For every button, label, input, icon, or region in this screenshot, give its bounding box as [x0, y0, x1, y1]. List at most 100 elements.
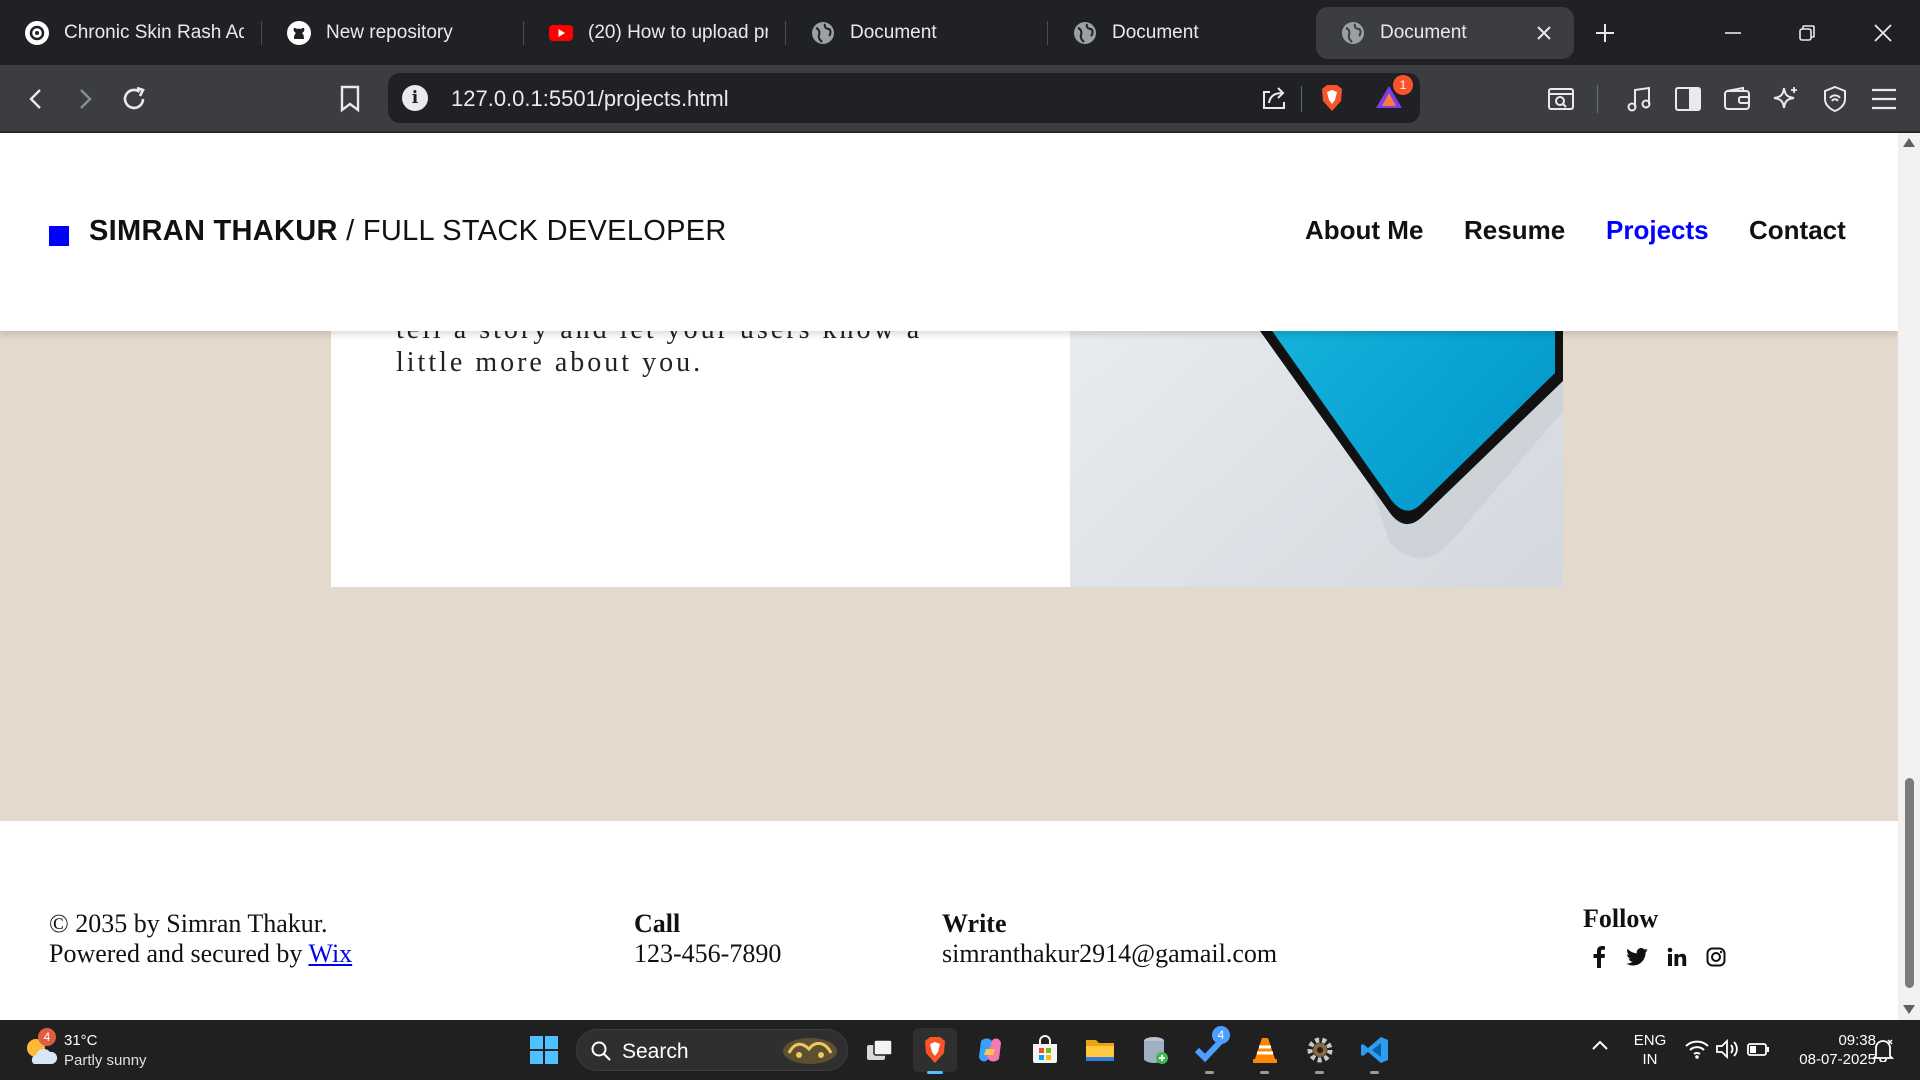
- wallet-button[interactable]: [1717, 79, 1757, 119]
- taskbar-file-explorer[interactable]: [1078, 1028, 1122, 1072]
- tab-title: Document: [1112, 21, 1199, 43]
- show-hidden-icons-button[interactable]: [1590, 1038, 1610, 1057]
- browser-tab-strip: Chronic Skin Rash Advi New repository (2…: [0, 0, 1920, 65]
- nav-resume[interactable]: Resume: [1464, 215, 1565, 246]
- notifications-button[interactable]: [1871, 1038, 1895, 1067]
- tab-new-repository[interactable]: New repository: [262, 7, 524, 59]
- follow-heading: Follow: [1583, 904, 1659, 933]
- windows-taskbar: 4 31°C Partly sunny Search 4 ENG IN 09:3…: [0, 1020, 1920, 1080]
- taskbar-search[interactable]: Search: [576, 1029, 848, 1071]
- leo-ai-button[interactable]: [1766, 79, 1806, 119]
- shield-icon: [1824, 85, 1846, 113]
- forward-button[interactable]: [64, 79, 104, 119]
- instagram-icon[interactable]: [1703, 944, 1729, 970]
- page-scrollbar[interactable]: [1898, 133, 1920, 1020]
- search-page-icon: [1548, 88, 1574, 110]
- chevron-up-icon: [1592, 1040, 1608, 1050]
- nav-about-me[interactable]: About Me: [1305, 215, 1423, 246]
- tab-document-2[interactable]: Document: [1048, 7, 1310, 59]
- folder-icon: [1086, 1040, 1114, 1061]
- media-button[interactable]: [1619, 79, 1659, 119]
- tab-title: (20) How to upload pro: [588, 21, 768, 43]
- taskbar-settings-app[interactable]: [1298, 1028, 1342, 1074]
- gear-icon: [1307, 1037, 1333, 1063]
- linkedin-icon[interactable]: [1664, 944, 1690, 970]
- bookmark-button[interactable]: [330, 79, 370, 119]
- sidebar-button[interactable]: [1668, 79, 1708, 119]
- tab-document-active[interactable]: Document: [1316, 6, 1574, 59]
- clock[interactable]: 09:38 08-07-2025: [1780, 1031, 1876, 1069]
- taskbar-store[interactable]: [1023, 1028, 1067, 1072]
- nav-projects[interactable]: Projects: [1606, 215, 1709, 246]
- copilot-icon: [979, 1038, 1001, 1062]
- openai-icon: [24, 20, 50, 46]
- menu-button[interactable]: [1864, 79, 1904, 119]
- back-button[interactable]: [17, 79, 57, 119]
- address-bar[interactable]: i 127.0.0.1:5501/projects.html 1: [388, 73, 1420, 123]
- wix-link[interactable]: Wix: [308, 939, 352, 968]
- close-tab-icon[interactable]: [1532, 21, 1556, 45]
- weather-widget[interactable]: 4 31°C Partly sunny: [18, 1028, 188, 1074]
- taskbar-copilot[interactable]: [968, 1028, 1012, 1072]
- site-info-icon[interactable]: i: [402, 85, 428, 111]
- github-icon: [286, 20, 312, 46]
- tab-document-1[interactable]: Document: [786, 7, 1048, 59]
- open-app-indicator: [1370, 1071, 1379, 1074]
- search-icon: [591, 1041, 611, 1061]
- reload-icon: [123, 86, 145, 110]
- taskbar-vlc[interactable]: [1243, 1028, 1287, 1074]
- site-footer: © 2035 by Simran Thakur. Powered and sec…: [0, 821, 1898, 1020]
- taskbar-vscode[interactable]: [1353, 1028, 1397, 1074]
- weather-badge: 4: [38, 1028, 56, 1046]
- close-window-button[interactable]: [1846, 0, 1920, 65]
- taskbar-brave[interactable]: [913, 1028, 957, 1074]
- brand-role: FULL STACK DEVELOPER: [362, 215, 727, 247]
- brave-shields-icon[interactable]: [1318, 83, 1346, 118]
- active-app-indicator: [927, 1071, 943, 1074]
- vlc-icon: [1253, 1038, 1277, 1063]
- phone-number[interactable]: 123-456-7890: [634, 939, 781, 969]
- scroll-down-arrow-icon[interactable]: [1903, 1005, 1915, 1014]
- write-heading: Write: [942, 909, 1007, 938]
- globe-icon: [1072, 20, 1098, 46]
- tab-title: Document: [1380, 21, 1467, 43]
- taskbar-database-app[interactable]: [1133, 1028, 1177, 1072]
- twitter-icon[interactable]: [1624, 944, 1650, 970]
- scroll-up-arrow-icon[interactable]: [1903, 138, 1915, 147]
- search-highlight-icon: [783, 1038, 837, 1064]
- start-button[interactable]: [522, 1028, 566, 1072]
- vpn-button[interactable]: [1815, 79, 1855, 119]
- restore-button[interactable]: [1770, 0, 1844, 65]
- tab-youtube[interactable]: (20) How to upload pro: [524, 7, 786, 59]
- volume-icon: [1716, 1038, 1738, 1060]
- facebook-icon[interactable]: [1586, 944, 1612, 970]
- share-icon[interactable]: [1260, 85, 1288, 116]
- tab-chronic-skin-rash[interactable]: Chronic Skin Rash Advi: [0, 7, 262, 59]
- music-note-icon: [1627, 86, 1651, 112]
- globe-icon: [1340, 20, 1366, 46]
- minimize-button[interactable]: [1696, 0, 1770, 65]
- task-view-button[interactable]: [858, 1028, 902, 1072]
- page-content: tell a story and let your users know a l…: [0, 133, 1898, 1020]
- brave-browser-icon: [925, 1037, 945, 1063]
- scrollbar-thumb[interactable]: [1905, 778, 1914, 988]
- reading-mode-button[interactable]: [1541, 79, 1581, 119]
- new-tab-button[interactable]: [1580, 8, 1630, 58]
- bell-icon: [1871, 1039, 1895, 1063]
- site-title[interactable]: SIMRAN THAKUR / FULL STACK DEVELOPER: [89, 215, 727, 248]
- call-heading: Call: [634, 909, 681, 938]
- clock-time: 09:38: [1838, 1032, 1876, 1049]
- site-header: SIMRAN THAKUR / FULL STACK DEVELOPER Abo…: [0, 133, 1898, 331]
- app-badge: 4: [1212, 1026, 1230, 1044]
- email-address[interactable]: simranthakur2914@gamail.com: [942, 939, 1277, 969]
- youtube-icon: [548, 20, 574, 46]
- brand-logo-square: [49, 226, 69, 246]
- language-indicator[interactable]: ENG IN: [1630, 1031, 1670, 1069]
- reload-button[interactable]: [114, 79, 154, 119]
- open-app-indicator: [1315, 1071, 1324, 1074]
- browser-toolbar: i 127.0.0.1:5501/projects.html 1: [0, 65, 1920, 132]
- tab-title: Document: [850, 21, 937, 43]
- nav-contact[interactable]: Contact: [1749, 215, 1846, 246]
- taskbar-tasks-app[interactable]: 4: [1188, 1026, 1232, 1074]
- language-code: ENG: [1633, 1032, 1667, 1049]
